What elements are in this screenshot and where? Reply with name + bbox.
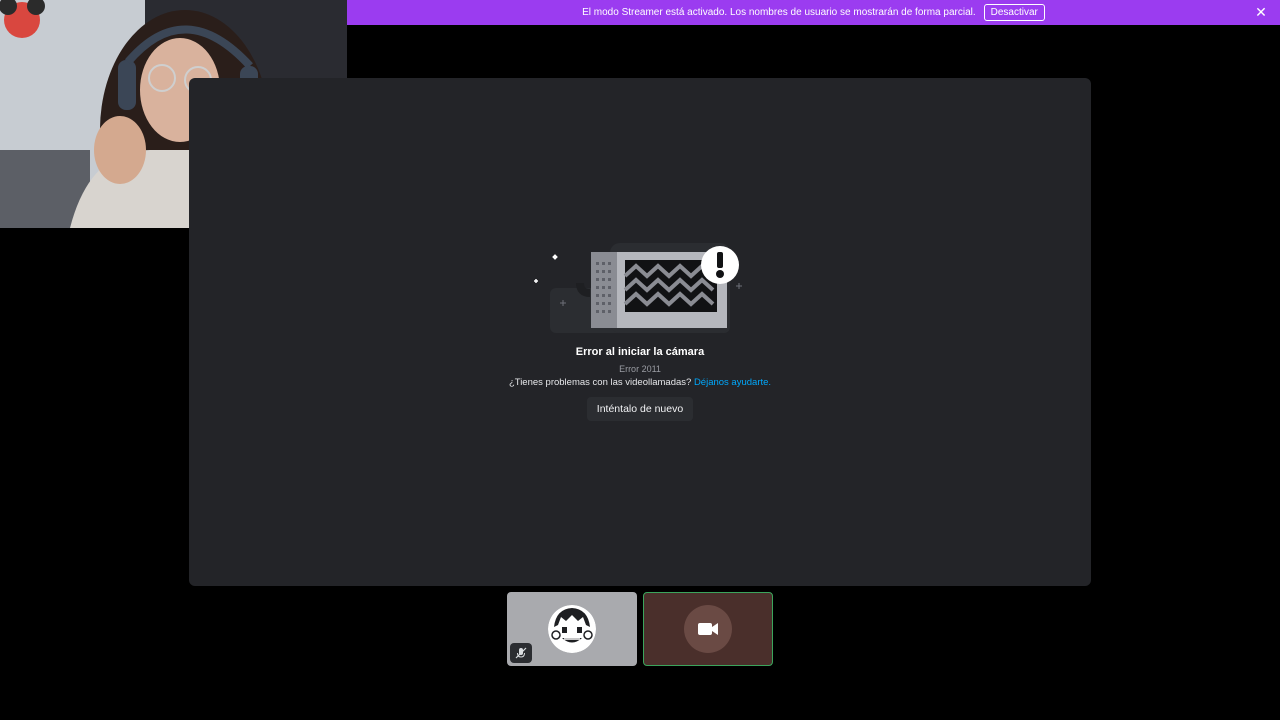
video-stage: Error al iniciar la cámara Error 2011 ¿T…: [189, 78, 1091, 586]
streamer-mode-banner: El modo Streamer está activado. Los nomb…: [347, 0, 1280, 25]
participant-tile-2[interactable]: [643, 592, 773, 666]
camera-error-panel: Error al iniciar la cámara Error 2011 ¿T…: [189, 238, 1091, 421]
help-line: ¿Tienes problemas con las videollamadas?…: [509, 377, 771, 388]
mic-off-icon: [510, 643, 532, 663]
broken-camera-icon: [534, 243, 742, 333]
participant-tile-1[interactable]: [507, 592, 637, 666]
close-icon[interactable]: ✕: [1254, 5, 1268, 19]
help-text: ¿Tienes problemas con las videollamadas?: [508, 377, 692, 388]
error-title: Error al iniciar la cámara: [575, 346, 705, 358]
error-code: Error 2011: [619, 364, 661, 374]
cartoon-avatar: [548, 605, 596, 653]
camera-icon: [698, 623, 718, 635]
streamer-mode-text: El modo Streamer está activado. Los nomb…: [582, 7, 976, 18]
retry-button[interactable]: Inténtalo de nuevo: [586, 397, 694, 421]
deactivate-button[interactable]: Desactivar: [983, 4, 1045, 21]
help-link[interactable]: Déjanos ayudarte.: [694, 377, 771, 388]
